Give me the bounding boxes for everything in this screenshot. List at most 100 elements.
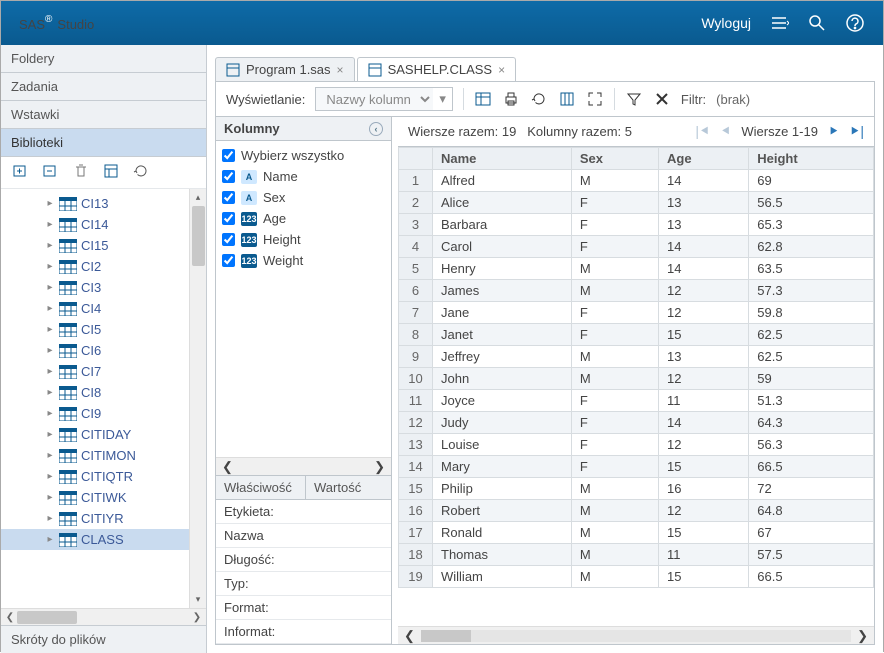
table-row[interactable]: 1AlfredM1469 bbox=[399, 170, 874, 192]
column-checkbox[interactable] bbox=[222, 212, 235, 225]
column-header[interactable]: Sex bbox=[571, 148, 658, 170]
cell[interactable]: 12 bbox=[659, 302, 749, 324]
cell[interactable]: F bbox=[571, 390, 658, 412]
tree-item[interactable]: ▸CI6 bbox=[1, 340, 206, 361]
cell[interactable]: 59.8 bbox=[749, 302, 874, 324]
cell[interactable]: Jane bbox=[433, 302, 572, 324]
search-icon[interactable] bbox=[807, 13, 827, 33]
cell[interactable]: Louise bbox=[433, 434, 572, 456]
cell[interactable]: Alfred bbox=[433, 170, 572, 192]
columns-icon[interactable] bbox=[558, 90, 576, 108]
tree-item[interactable]: ▸CITIWK bbox=[1, 487, 206, 508]
tree-item[interactable]: ▸CLASS bbox=[1, 529, 206, 550]
clear-filter-icon[interactable] bbox=[653, 90, 671, 108]
expand-icon[interactable] bbox=[586, 90, 604, 108]
columns-hscroll[interactable]: ❮❯ bbox=[216, 457, 391, 475]
tree-item[interactable]: ▸CITIMON bbox=[1, 445, 206, 466]
cell[interactable]: Carol bbox=[433, 236, 572, 258]
cell[interactable]: F bbox=[571, 456, 658, 478]
column-name-select[interactable]: Nazwy kolumn bbox=[316, 88, 433, 110]
cell[interactable]: William bbox=[433, 566, 572, 588]
tree-hscrollbar[interactable]: ❮❯ bbox=[1, 608, 206, 625]
refresh-grid-icon[interactable] bbox=[530, 90, 548, 108]
cell[interactable]: 62.8 bbox=[749, 236, 874, 258]
close-tab-icon[interactable]: × bbox=[498, 63, 505, 77]
cell[interactable]: James bbox=[433, 280, 572, 302]
cell[interactable]: 15 bbox=[659, 522, 749, 544]
table-row[interactable]: 9JeffreyM1362.5 bbox=[399, 346, 874, 368]
table-row[interactable]: 7JaneF1259.8 bbox=[399, 302, 874, 324]
table-row[interactable]: 4CarolF1462.8 bbox=[399, 236, 874, 258]
cell[interactable]: 66.5 bbox=[749, 566, 874, 588]
collapse-columns-icon[interactable]: ‹ bbox=[369, 122, 383, 136]
table-row[interactable]: 10JohnM1259 bbox=[399, 368, 874, 390]
cell[interactable]: M bbox=[571, 368, 658, 390]
cell[interactable]: M bbox=[571, 170, 658, 192]
cell[interactable]: 14 bbox=[659, 170, 749, 192]
tree-item[interactable]: ▸CITIDAY bbox=[1, 424, 206, 445]
cell[interactable]: M bbox=[571, 544, 658, 566]
nav-shortcuts[interactable]: Skróty do plików bbox=[1, 625, 206, 653]
nav-libraries[interactable]: Biblioteki bbox=[1, 129, 206, 157]
cell[interactable]: 57.3 bbox=[749, 280, 874, 302]
cell[interactable]: 15 bbox=[659, 456, 749, 478]
cell[interactable]: 62.5 bbox=[749, 324, 874, 346]
table-row[interactable]: 18ThomasM1157.5 bbox=[399, 544, 874, 566]
cell[interactable]: Janet bbox=[433, 324, 572, 346]
grid-hscrollbar[interactable]: ❮❯ bbox=[398, 626, 874, 644]
filter-icon[interactable] bbox=[625, 90, 643, 108]
last-page-icon[interactable]: ⯈| bbox=[849, 123, 864, 140]
cell[interactable]: Philip bbox=[433, 478, 572, 500]
prev-page-icon[interactable]: ⯇ bbox=[720, 123, 731, 140]
cell[interactable]: Alice bbox=[433, 192, 572, 214]
column-header[interactable]: Name bbox=[433, 148, 572, 170]
column-checkbox[interactable] bbox=[222, 254, 235, 267]
cell[interactable]: F bbox=[571, 434, 658, 456]
column-checkbox[interactable] bbox=[222, 233, 235, 246]
cell[interactable]: 64.3 bbox=[749, 412, 874, 434]
cell[interactable]: F bbox=[571, 192, 658, 214]
cell[interactable]: 56.5 bbox=[749, 192, 874, 214]
table-row[interactable]: 13LouiseF1256.3 bbox=[399, 434, 874, 456]
nav-snippets[interactable]: Wstawki bbox=[1, 101, 206, 129]
table-row[interactable]: 11JoyceF1151.3 bbox=[399, 390, 874, 412]
cell[interactable]: 13 bbox=[659, 346, 749, 368]
cell[interactable]: Joyce bbox=[433, 390, 572, 412]
tab[interactable]: SASHELP.CLASS× bbox=[357, 57, 517, 81]
cell[interactable]: Ronald bbox=[433, 522, 572, 544]
delete-icon[interactable] bbox=[73, 163, 89, 182]
table-row[interactable]: 15PhilipM1672 bbox=[399, 478, 874, 500]
table-row[interactable]: 3BarbaraF1365.3 bbox=[399, 214, 874, 236]
cell[interactable]: Mary bbox=[433, 456, 572, 478]
cell[interactable]: 14 bbox=[659, 236, 749, 258]
table-row[interactable]: 12JudyF1464.3 bbox=[399, 412, 874, 434]
table-row[interactable]: 6JamesM1257.3 bbox=[399, 280, 874, 302]
nav-folders[interactable]: Foldery bbox=[1, 45, 206, 73]
tree-collapse-icon[interactable] bbox=[43, 163, 59, 182]
refresh-icon[interactable] bbox=[133, 163, 149, 182]
cell[interactable]: 15 bbox=[659, 324, 749, 346]
cell[interactable]: F bbox=[571, 214, 658, 236]
table-row[interactable]: 8JanetF1562.5 bbox=[399, 324, 874, 346]
cell[interactable]: F bbox=[571, 302, 658, 324]
tree-item[interactable]: ▸CI13 bbox=[1, 193, 206, 214]
cell[interactable]: Barbara bbox=[433, 214, 572, 236]
tree-item[interactable]: ▸CI9 bbox=[1, 403, 206, 424]
cell[interactable]: F bbox=[571, 324, 658, 346]
close-tab-icon[interactable]: × bbox=[337, 63, 344, 77]
tree-item[interactable]: ▸CI4 bbox=[1, 298, 206, 319]
cell[interactable]: Thomas bbox=[433, 544, 572, 566]
cell[interactable]: 64.8 bbox=[749, 500, 874, 522]
tree-item[interactable]: ▸CITIYR bbox=[1, 508, 206, 529]
table-row[interactable]: 2AliceF1356.5 bbox=[399, 192, 874, 214]
cell[interactable]: 62.5 bbox=[749, 346, 874, 368]
cell[interactable]: 16 bbox=[659, 478, 749, 500]
view-table-icon[interactable] bbox=[474, 90, 492, 108]
cell[interactable]: M bbox=[571, 258, 658, 280]
tree-item[interactable]: ▸CI5 bbox=[1, 319, 206, 340]
cell[interactable]: M bbox=[571, 478, 658, 500]
tree-vscrollbar[interactable]: ▴▾ bbox=[189, 189, 206, 608]
nav-tasks[interactable]: Zadania bbox=[1, 73, 206, 101]
cell[interactable]: Jeffrey bbox=[433, 346, 572, 368]
cell[interactable]: Judy bbox=[433, 412, 572, 434]
